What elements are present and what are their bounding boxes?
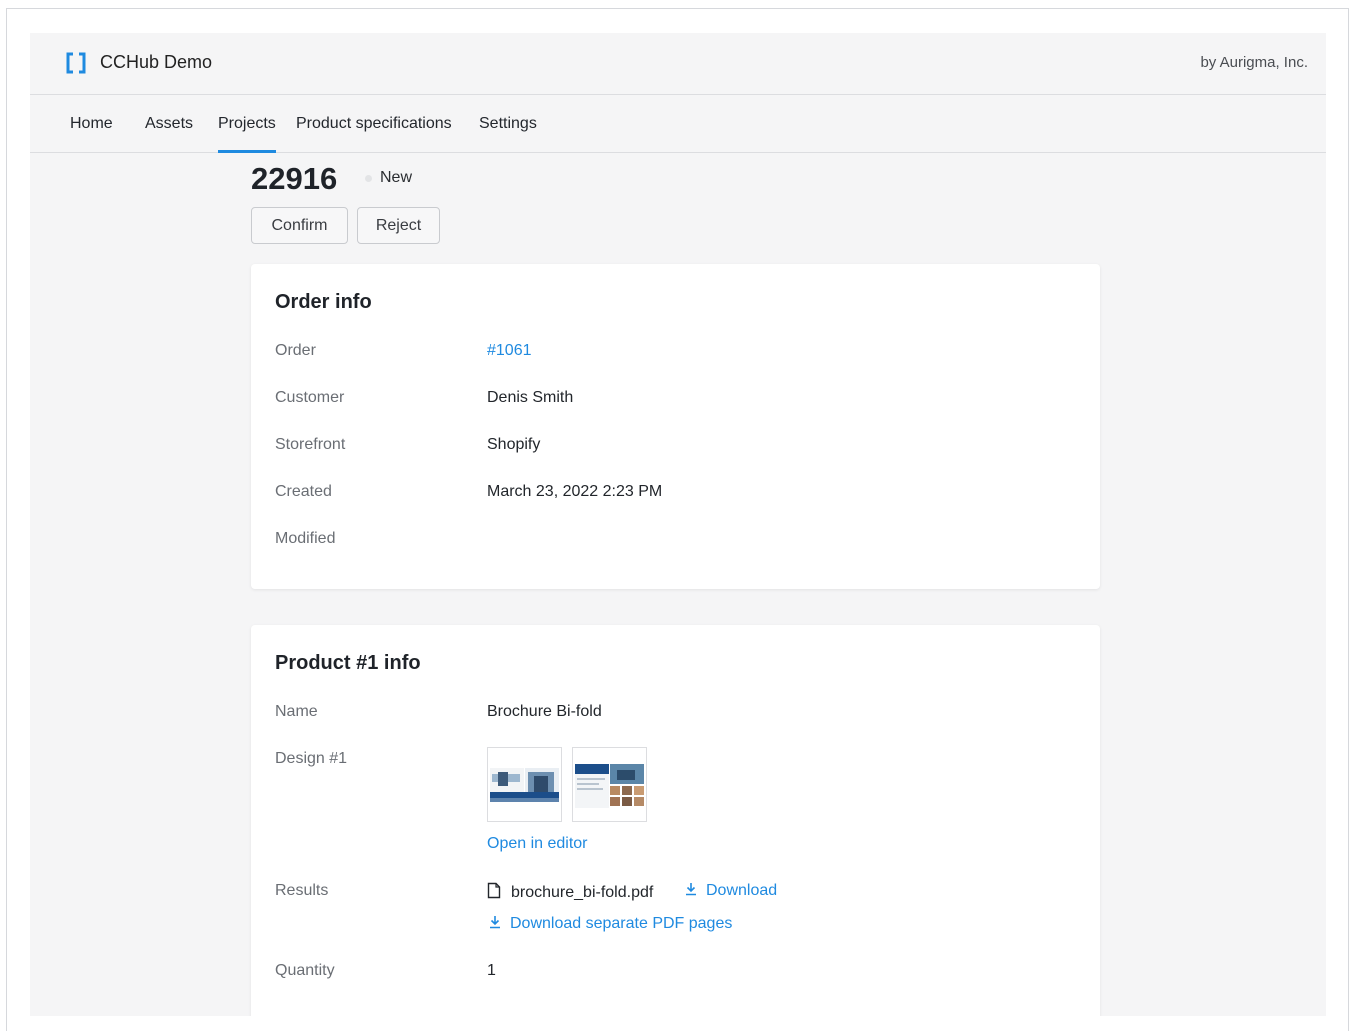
storefront-label: Storefront (275, 436, 346, 453)
quantity-label: Quantity (275, 962, 335, 979)
open-in-editor-link[interactable]: Open in editor (487, 835, 588, 853)
download-link[interactable]: Download (684, 882, 777, 900)
nav-item-settings[interactable]: Settings (479, 95, 537, 152)
design-preview-image (488, 748, 561, 821)
download-separate-pages-link[interactable]: Download separate PDF pages (488, 915, 732, 933)
nav-item-home[interactable]: Home (70, 95, 113, 152)
file-icon (487, 882, 501, 899)
nav-item-product-specifications[interactable]: Product specifications (296, 95, 452, 152)
name-label: Name (275, 703, 318, 720)
quantity-value: 1 (487, 962, 496, 979)
nav-item-assets[interactable]: Assets (145, 95, 193, 152)
nav-item-projects[interactable]: Projects (218, 95, 276, 153)
project-id: 22916 (251, 161, 338, 196)
order-label: Order (275, 342, 316, 359)
app-name[interactable]: CCHub Demo (100, 52, 212, 73)
result-file: brochure_bi-fold.pdf (487, 882, 653, 902)
download-separate-pages-label: Download separate PDF pages (510, 915, 733, 932)
bracket-logo-icon[interactable] (66, 52, 86, 74)
product-info-title: Product #1 info (275, 652, 421, 674)
customer-label: Customer (275, 389, 345, 406)
order-link[interactable]: #1061 (487, 342, 532, 360)
design-label: Design #1 (275, 750, 348, 767)
result-file-name: brochure_bi-fold.pdf (511, 884, 654, 901)
order-info-card: Order info Order #1061 Customer Denis Sm… (251, 264, 1100, 589)
customer-value: Denis Smith (487, 389, 574, 406)
design-thumbnail-page-2[interactable] (572, 747, 647, 822)
download-label: Download (706, 882, 778, 899)
design-preview-image (573, 748, 646, 821)
main-nav: Home Assets Projects Product specificati… (30, 95, 1326, 153)
storefront-value: Shopify (487, 436, 541, 453)
name-value: Brochure Bi-fold (487, 703, 602, 720)
top-bar: CCHub Demo by Aurigma, Inc. (30, 33, 1326, 95)
confirm-button[interactable]: Confirm (251, 207, 348, 244)
order-info-title: Order info (275, 291, 372, 313)
results-label: Results (275, 882, 329, 899)
app-window: CCHub Demo by Aurigma, Inc. Home Assets … (30, 33, 1326, 1016)
created-value: March 23, 2022 2:23 PM (487, 483, 663, 500)
status-dot (365, 175, 372, 182)
vendor-label: by Aurigma, Inc. (1200, 54, 1308, 71)
download-icon (490, 916, 500, 929)
reject-button[interactable]: Reject (357, 207, 440, 244)
download-icon (686, 883, 696, 896)
product-info-card: Product #1 info Name Brochure Bi-fold De… (251, 625, 1100, 1016)
status-badge: New (380, 169, 413, 186)
design-thumbnail-page-1[interactable] (487, 747, 562, 822)
created-label: Created (275, 483, 332, 500)
modified-label: Modified (275, 530, 336, 547)
